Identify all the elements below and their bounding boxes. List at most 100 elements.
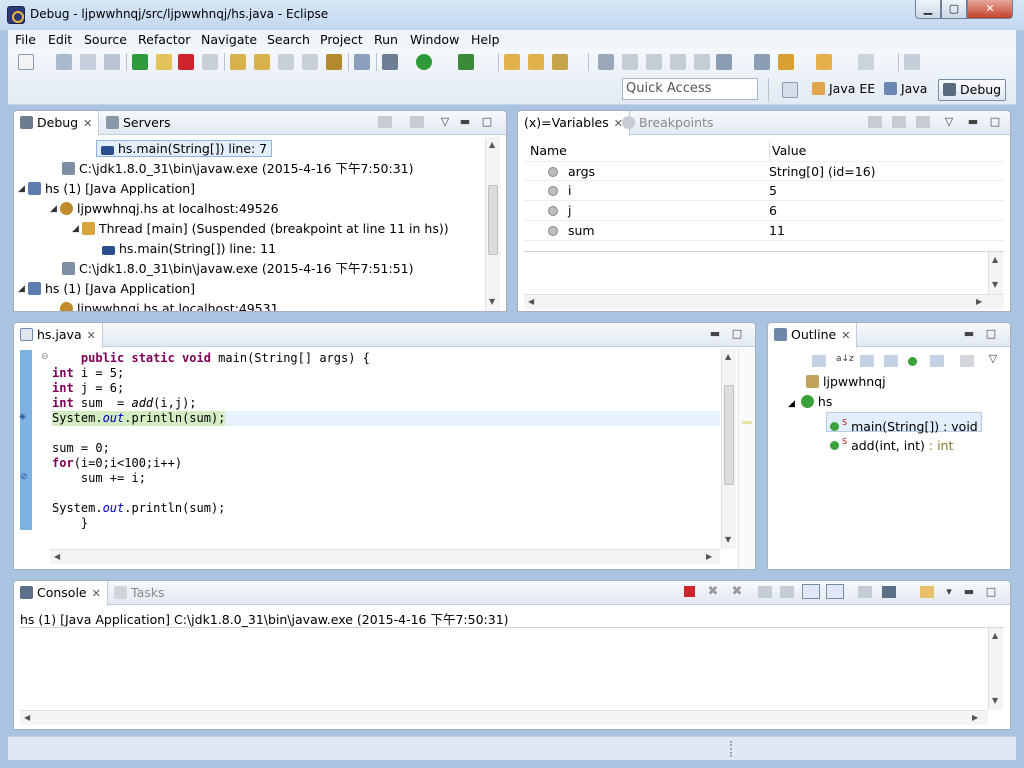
column-name[interactable]: Name: [530, 141, 567, 161]
scroll-right-icon[interactable]: ▶: [972, 713, 978, 722]
show-on-stdout-icon[interactable]: [802, 584, 820, 599]
scroll-thumb[interactable]: [488, 185, 498, 255]
scroll-up-icon[interactable]: ▲: [725, 352, 731, 361]
minimize-view-icon[interactable]: ▬: [708, 328, 722, 340]
breakpoint-icon[interactable]: ⊘: [20, 472, 28, 482]
maximize-button[interactable]: ▢: [941, 0, 967, 19]
scroll-lock-icon[interactable]: [780, 586, 794, 598]
disconnect-icon[interactable]: [202, 54, 218, 70]
scroll-down-icon[interactable]: ▼: [489, 297, 495, 306]
remove-launch-icon[interactable]: ✖: [706, 585, 720, 598]
perspective-debug[interactable]: Debug: [938, 79, 1007, 101]
tab-hs-java[interactable]: hs.java ✕: [14, 323, 103, 348]
step-into-icon[interactable]: [230, 54, 246, 70]
menu-source[interactable]: Source: [84, 32, 127, 47]
tree-row-process-1[interactable]: C:\jdk1.8.0_31\bin\javaw.exe (2015-4-16 …: [62, 159, 414, 179]
drop-to-frame-icon[interactable]: [302, 54, 318, 70]
scroll-down-icon[interactable]: ▼: [725, 535, 731, 544]
minimize-view-icon[interactable]: ▬: [962, 586, 976, 598]
scroll-thumb[interactable]: [724, 385, 734, 485]
code-line-4[interactable]: int sum = add(i,j);: [52, 396, 197, 411]
show-type-names-icon[interactable]: [868, 116, 882, 128]
outline-item-add[interactable]: Sadd(int, int) : int: [830, 432, 953, 453]
tab-console[interactable]: Console ✕: [14, 581, 108, 606]
use-step-filters-icon[interactable]: [326, 54, 342, 70]
prev-annotation-icon[interactable]: [754, 54, 770, 70]
expand-icon[interactable]: ◢: [18, 179, 25, 199]
view-menu-icon[interactable]: [410, 116, 424, 128]
hide-local-types-icon[interactable]: [930, 355, 944, 367]
terminate-icon[interactable]: [178, 54, 194, 70]
menu-help[interactable]: Help: [471, 32, 500, 47]
save-icon[interactable]: [56, 54, 72, 70]
detail-pane-scrollbar[interactable]: ▲ ▼: [988, 252, 1003, 294]
close-button[interactable]: ✕: [967, 0, 1013, 19]
tree-row-target-1[interactable]: ◢ ljpwwhnqj.hs at localhost:49526: [50, 199, 279, 219]
expand-icon[interactable]: ◢: [72, 219, 79, 239]
tree-row-target-2[interactable]: ljpwwhnqj.hs at localhost:49531: [60, 299, 279, 311]
maximize-view-icon[interactable]: □: [730, 328, 744, 340]
tree-row-process-2[interactable]: C:\jdk1.8.0_31\bin\javaw.exe (2015-4-16 …: [62, 259, 414, 279]
tree-row-thread-main[interactable]: ◢ Thread [main] (Suspended (breakpoint a…: [72, 219, 449, 239]
mark-occurrences-icon[interactable]: [646, 54, 662, 70]
code-line-3[interactable]: int j = 6;: [52, 381, 124, 396]
debug-view-scrollbar[interactable]: ▲ ▼: [485, 137, 500, 311]
close-icon[interactable]: ✕: [841, 329, 850, 342]
code-line-7[interactable]: sum = 0;: [52, 441, 110, 456]
quick-access-input[interactable]: Quick Access: [622, 78, 758, 100]
sort-icon[interactable]: a↓z: [836, 353, 854, 365]
editor-vscrollbar[interactable]: ▲ ▼: [721, 349, 736, 549]
tab-tasks[interactable]: Tasks: [108, 581, 171, 605]
close-icon[interactable]: ✕: [92, 587, 101, 600]
hide-non-public-icon[interactable]: [908, 357, 917, 366]
block-selection-icon[interactable]: [670, 54, 686, 70]
remove-all-terminated-icon[interactable]: ✖: [730, 585, 744, 598]
minimize-view-icon[interactable]: ▬: [966, 116, 980, 128]
tab-debug[interactable]: Debug ✕: [14, 111, 100, 136]
code-line-1[interactable]: public static void main(String[] args) {: [52, 351, 370, 366]
table-row[interactable]: j 6: [524, 201, 1004, 221]
hide-fields-icon[interactable]: [860, 355, 874, 367]
open-folder-icon[interactable]: [528, 54, 544, 70]
chevron-down-icon[interactable]: ▽: [942, 116, 956, 128]
collapse-all-icon[interactable]: [916, 116, 930, 128]
pin-console-icon[interactable]: [858, 586, 872, 598]
menu-file[interactable]: File: [15, 32, 36, 47]
open-type-icon[interactable]: [504, 54, 520, 70]
code-line-11[interactable]: System.out.println(sum);: [52, 501, 225, 516]
menu-navigate[interactable]: Navigate: [201, 32, 257, 47]
remove-launches-icon[interactable]: [378, 116, 392, 128]
tree-row-frame-line-11[interactable]: hs.main(String[]) line: 11: [102, 239, 276, 259]
scroll-right-icon[interactable]: ▶: [976, 297, 982, 306]
run-icon[interactable]: [416, 54, 432, 70]
close-icon[interactable]: ✕: [83, 117, 92, 130]
debug-icon[interactable]: [382, 54, 398, 70]
open-perspective-small-icon[interactable]: [904, 54, 920, 70]
show-logical-structure-icon[interactable]: [892, 116, 906, 128]
scroll-down-icon[interactable]: ▼: [992, 696, 998, 705]
tab-breakpoints[interactable]: Breakpoints: [616, 111, 719, 135]
forward-icon[interactable]: [858, 54, 874, 70]
search-icon[interactable]: [552, 54, 568, 70]
print-icon[interactable]: [104, 54, 120, 70]
code-line-8[interactable]: for(i=0;i<100;i++): [52, 456, 182, 471]
step-return-icon[interactable]: [278, 54, 294, 70]
suspend-icon[interactable]: [156, 54, 172, 70]
maximize-view-icon[interactable]: □: [988, 116, 1002, 128]
focus-icon[interactable]: [960, 355, 974, 367]
menu-edit[interactable]: Edit: [48, 32, 72, 47]
perspective-java-ee[interactable]: Java EE: [808, 79, 879, 101]
fold-icon[interactable]: ⊖: [41, 352, 49, 362]
minimize-button[interactable]: ▁: [915, 0, 941, 19]
save-all-icon[interactable]: [80, 54, 96, 70]
collapse-all-icon[interactable]: [812, 355, 826, 367]
scroll-up-icon[interactable]: ▲: [489, 140, 495, 149]
skip-breakpoints-icon[interactable]: [354, 54, 370, 70]
maximize-view-icon[interactable]: □: [480, 116, 494, 128]
minimize-view-icon[interactable]: ▬: [962, 328, 976, 340]
next-annotation-icon[interactable]: [716, 54, 732, 70]
outline-item-class[interactable]: ◢ hs: [788, 392, 832, 412]
variables-hscrollbar[interactable]: ◀ ▶: [524, 294, 1004, 309]
scroll-left-icon[interactable]: ◀: [24, 713, 30, 722]
menu-project[interactable]: Project: [320, 32, 363, 47]
